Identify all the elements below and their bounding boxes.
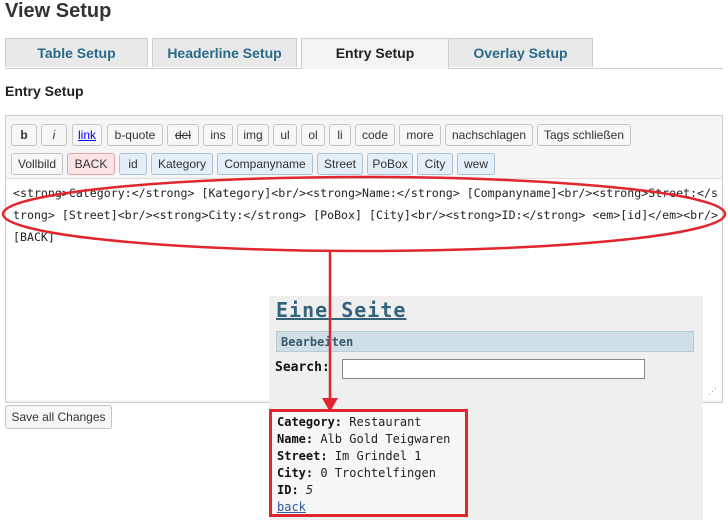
preview-back-link[interactable]: back [277,500,306,514]
qt-more-button[interactable]: more [399,124,441,146]
qt-bquote-button[interactable]: b-quote [107,124,163,146]
preview-search-input[interactable] [342,359,645,379]
preview-field-id: ID: 5 [277,483,314,497]
qt-street-button[interactable]: Street [317,153,363,175]
qt-id-button[interactable]: id [119,153,147,175]
preview-field-city: City: 0 Trochtelfingen [277,466,436,480]
preview-entry-card: Category: Restaurant Name: Alb Gold Teig… [269,409,468,517]
qt-city-button[interactable]: City [417,153,453,175]
preview-field-name: Name: Alb Gold Teigwaren [277,432,451,446]
qt-li-button[interactable]: li [329,124,351,146]
qt-companyname-button[interactable]: Companyname [217,153,313,175]
qt-italic-button[interactable]: i [41,124,67,146]
tab-table-setup[interactable]: Table Setup [5,38,148,67]
tab-bar: Table Setup Headerline Setup Entry Setup… [5,38,723,69]
resize-grip-icon[interactable]: ⋰ [708,386,717,397]
qt-link-button[interactable]: link [72,124,102,146]
qt-img-button[interactable]: img [237,124,269,146]
qt-kategory-button[interactable]: Kategory [151,153,213,175]
entry-template-code: <strong>Category:</strong> [Kategory]<br… [13,186,718,244]
qt-close-tags-button[interactable]: Tags schließen [537,124,631,146]
qt-ins-button[interactable]: ins [203,124,233,146]
qt-code-button[interactable]: code [355,124,395,146]
qt-pobox-button[interactable]: PoBox [367,153,413,175]
qt-del-button[interactable]: del [167,124,199,146]
qt-fullscreen-button[interactable]: Vollbild [11,153,63,175]
tab-overlay-setup[interactable]: Overlay Setup [448,38,593,67]
preview-field-category: Category: Restaurant [277,415,422,429]
qt-bold-button[interactable]: b [11,124,37,146]
section-title: Entry Setup [5,83,84,99]
preview-panel: Eine Seite Bearbeiten Search: Category: … [269,296,703,520]
preview-search-label: Search: [275,360,330,375]
qt-lookup-button[interactable]: nachschlagen [445,124,533,146]
preview-page-title[interactable]: Eine Seite [276,298,406,322]
qt-ul-button[interactable]: ul [273,124,297,146]
preview-edit-bar: Bearbeiten [276,331,694,352]
page-title: View Setup [5,0,112,22]
qt-back-button[interactable]: BACK [67,153,115,175]
tab-headerline-setup[interactable]: Headerline Setup [152,38,297,67]
preview-back-row: back [277,499,465,516]
save-all-changes-button[interactable]: Save all Changes [5,405,112,429]
qt-ol-button[interactable]: ol [301,124,325,146]
tab-entry-setup[interactable]: Entry Setup [301,38,449,69]
preview-field-street: Street: Im Grindel 1 [277,449,422,463]
qt-wew-button[interactable]: wew [457,153,495,175]
